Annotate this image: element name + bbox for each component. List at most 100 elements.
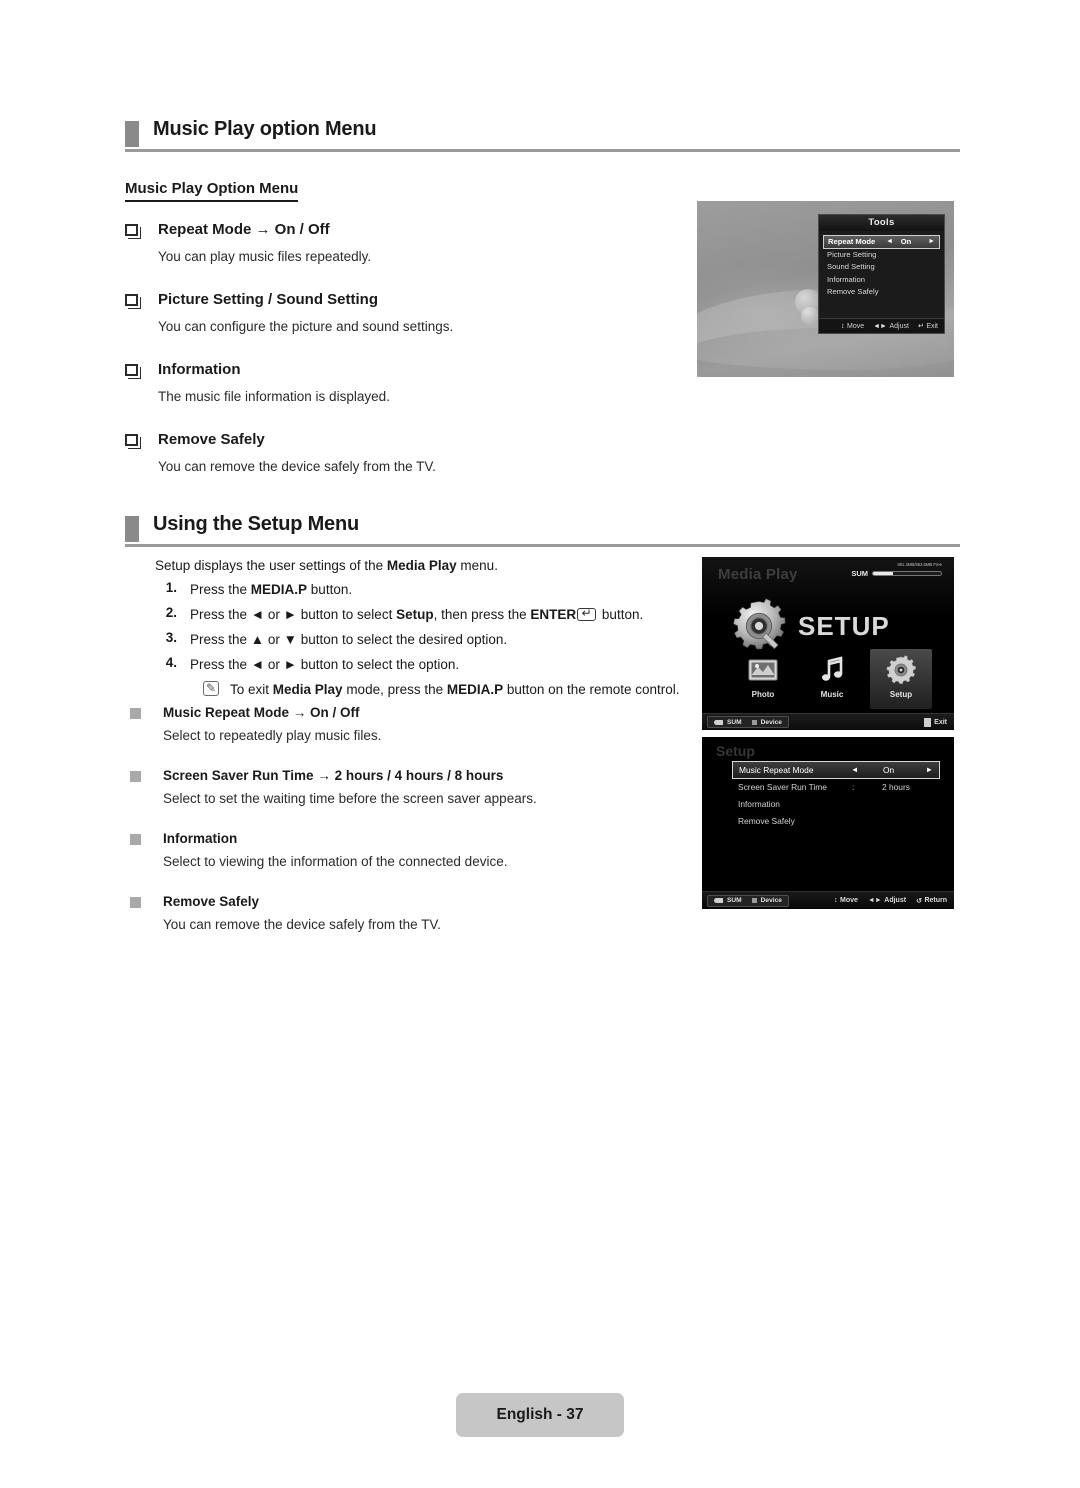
list-item: Picture Setting / Sound Setting You can … xyxy=(125,290,685,336)
usb-icon xyxy=(714,898,723,903)
tools-row-sound-setting[interactable]: Sound Setting xyxy=(823,261,940,274)
solid-square-bullet-icon xyxy=(130,834,141,845)
tools-row-information[interactable]: Information xyxy=(823,274,940,287)
tools-row-repeat-mode[interactable]: Repeat Mode ◄ On ► xyxy=(823,235,940,249)
hollow-square-bullet-icon xyxy=(125,224,138,236)
note-pencil-icon xyxy=(203,680,219,699)
step-pre: Press the ◄ or ► button to select xyxy=(190,607,397,622)
footer-label: Exit xyxy=(934,718,947,726)
tools-row-value: On xyxy=(900,237,912,246)
media-play-screenshot: Media Play 851.3MB/963.6MB Free SUM SETU… xyxy=(702,557,954,730)
media-play-icon-row: Photo Music Setup xyxy=(702,649,954,711)
step-4: 4. Press the ◄ or ► button to select the… xyxy=(155,655,715,680)
step-number: 2. xyxy=(165,605,177,620)
step-pre: Press the ▲ or ▼ button to select the de… xyxy=(190,632,508,647)
hint-move: ↕ Move xyxy=(834,897,858,904)
setup-footer-hints: ↕ Move ◄► Adjust ↺ Return xyxy=(834,897,947,905)
hint-label: Return xyxy=(924,897,947,904)
hint-label: Exit xyxy=(926,322,938,330)
updown-arrow-icon: ↕ xyxy=(841,322,845,330)
music-play-option-list: Repeat Mode → On / Off You can play musi… xyxy=(125,220,685,476)
step-pre: Press the xyxy=(190,582,251,597)
media-icon-setup[interactable]: Setup xyxy=(870,649,932,709)
note-post: button on the remote control. xyxy=(503,682,680,697)
note-mid: mode, press the xyxy=(342,682,447,697)
square-icon xyxy=(751,719,757,725)
return-arrow-icon: ↺ xyxy=(916,897,922,905)
heading-rule xyxy=(125,544,960,547)
left-arrow-icon[interactable]: ◄ xyxy=(851,762,858,778)
footer-label: Device xyxy=(760,718,782,726)
media-icon-music[interactable]: Music xyxy=(801,653,863,699)
footer-device-sum[interactable]: SUM Device xyxy=(707,894,789,907)
wallpaper-swoosh-2 xyxy=(697,327,954,377)
step-post: button. xyxy=(307,582,353,597)
setup-note: To exit Media Play mode, press the MEDIA… xyxy=(155,680,715,704)
setup-row-screen-saver-run-time[interactable]: Screen Saver Run Time : 2 hours xyxy=(732,779,940,796)
hint-label: Move xyxy=(847,322,865,330)
leftright-arrow-icon: ◄► xyxy=(873,322,887,330)
setup-row-information[interactable]: Information xyxy=(732,796,940,813)
subheading-music-play-option: Music Play Option Menu xyxy=(125,180,299,202)
setup-row-label: Screen Saver Run Time xyxy=(738,782,827,792)
wallpaper-orb xyxy=(801,307,819,325)
footer-label: SUM xyxy=(727,897,742,904)
right-arrow-icon[interactable]: ► xyxy=(926,762,933,778)
step-text: Press the ◄ or ► button to select the op… xyxy=(155,655,715,675)
tools-row-picture-setting[interactable]: Picture Setting xyxy=(823,249,940,262)
solid-square-bullet-icon xyxy=(130,897,141,908)
intro-pre: Setup displays the user settings of the xyxy=(155,558,387,573)
step-text: Press the ▲ or ▼ button to select the de… xyxy=(155,630,715,650)
step-3: 3. Press the ▲ or ▼ button to select the… xyxy=(155,630,715,655)
list-item-desc: Select to repeatedly play music files. xyxy=(163,728,382,743)
media-icon-label: Photo xyxy=(751,690,775,699)
setup-intro-paragraph: Setup displays the user settings of the … xyxy=(155,556,498,575)
list-item-desc: You can remove the device safely from th… xyxy=(163,917,441,932)
usb-icon xyxy=(714,719,723,725)
left-arrow-icon[interactable]: ◄ xyxy=(886,236,893,248)
step-number: 1. xyxy=(165,580,177,595)
enter-key-icon xyxy=(577,605,597,622)
step-bold: Setup xyxy=(396,607,434,622)
step-post: button. xyxy=(598,607,644,622)
setup-row-music-repeat-mode[interactable]: Music Repeat Mode ◄ On ► xyxy=(732,761,940,779)
step-bold: MEDIA.P xyxy=(250,582,308,597)
list-item-desc: Select to viewing the information of the… xyxy=(163,854,508,869)
note-bold: Media Play xyxy=(272,682,343,697)
media-icon-photo[interactable]: Photo xyxy=(732,653,794,699)
setup-option-list: Music Repeat Mode → On / Off Select to r… xyxy=(130,703,690,934)
step-mid: , then press the xyxy=(433,607,531,622)
media-icon-label: Music xyxy=(820,690,844,699)
step-number: 4. xyxy=(165,655,177,670)
step-1: 1. Press the MEDIA.P button. xyxy=(155,580,715,605)
tools-row-label: Picture Setting xyxy=(827,249,877,259)
setup-row-remove-safely[interactable]: Remove Safely xyxy=(732,813,940,830)
hollow-square-bullet-icon xyxy=(125,294,138,306)
note-pre: To exit xyxy=(230,682,273,697)
list-item-title: Remove Safely xyxy=(163,894,260,909)
footer-device-sum[interactable]: SUM Device xyxy=(707,716,789,728)
list-item-title: Picture Setting / Sound Setting xyxy=(158,291,379,308)
tools-menu-screenshot: Tools Repeat Mode ◄ On ► Picture Setting… xyxy=(697,201,954,377)
tools-row-label: Information xyxy=(827,274,865,284)
setup-screen-title: Setup xyxy=(716,743,755,759)
heading-rule xyxy=(125,149,960,152)
list-item: Remove Safely You can remove the device … xyxy=(130,892,690,934)
gear-icon xyxy=(730,597,788,655)
solid-square-bullet-icon xyxy=(130,771,141,782)
hint-label: Adjust xyxy=(884,897,907,904)
footer-exit-hint[interactable]: Exit xyxy=(924,717,947,727)
hint-label: Move xyxy=(840,897,858,904)
storage-progress-bar xyxy=(872,571,942,576)
tools-row-remove-safely[interactable]: Remove Safely xyxy=(823,286,940,299)
storage-indicator: SUM xyxy=(851,569,942,578)
media-play-hero: SETUP xyxy=(730,597,890,655)
manual-page: Music Play option Menu Music Play Option… xyxy=(0,0,1080,1488)
list-item: Information The music file information i… xyxy=(125,360,685,406)
section-title: Using the Setup Menu xyxy=(153,513,360,535)
exit-icon xyxy=(924,717,932,727)
tools-row-label: Sound Setting xyxy=(827,262,875,271)
right-arrow-icon[interactable]: ► xyxy=(928,236,935,248)
solid-square-bullet-icon xyxy=(130,708,141,719)
media-icon-label: Setup xyxy=(889,690,913,699)
